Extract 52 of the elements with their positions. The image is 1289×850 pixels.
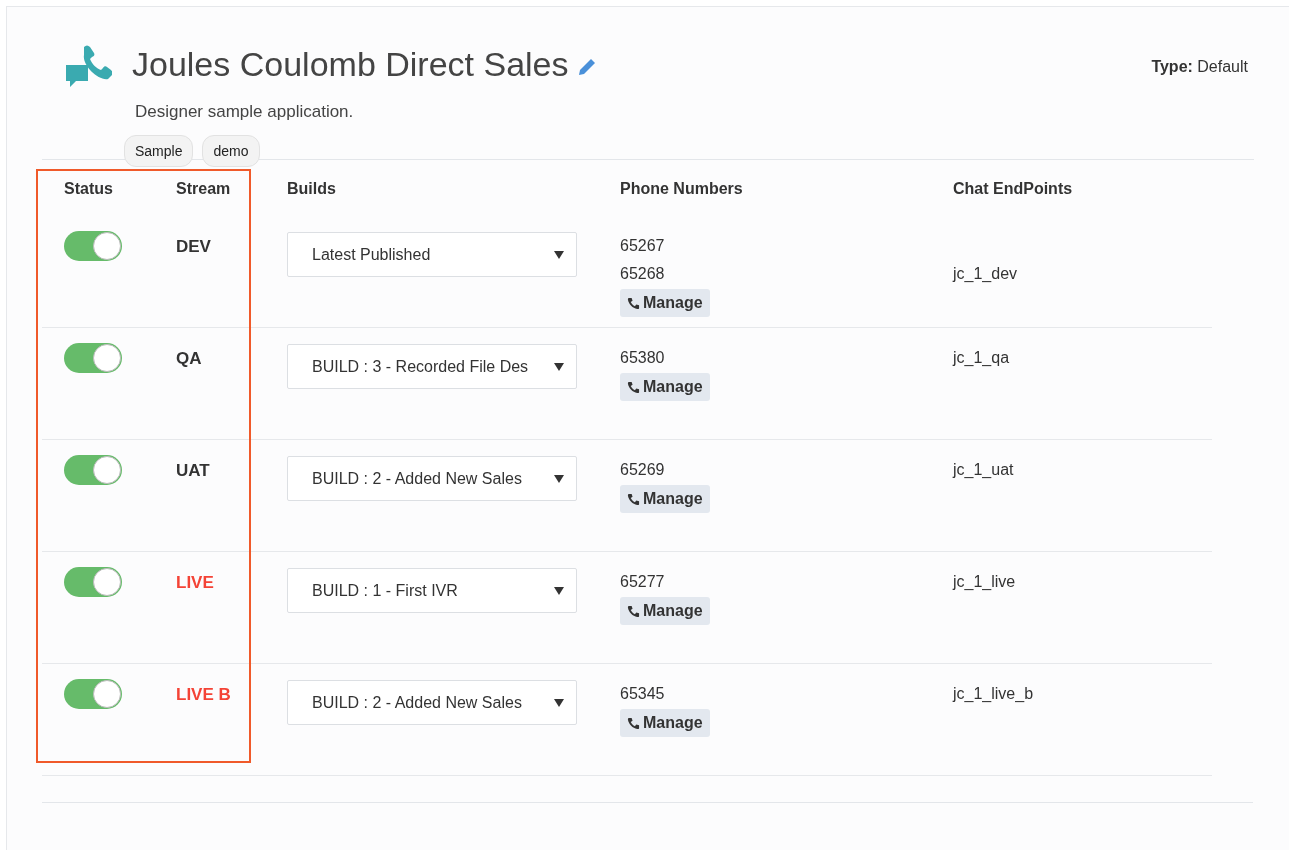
tag[interactable]: Sample	[124, 135, 194, 167]
status-toggle[interactable]	[64, 343, 122, 373]
column-header: Stream	[176, 180, 232, 198]
dropdown-caret-icon	[554, 250, 564, 259]
stream-name: LIVE	[176, 573, 214, 592]
phone-icon	[627, 380, 640, 394]
phone-number: 65380	[620, 348, 665, 368]
build-select[interactable]: BUILD : 3 - Recorded File Des	[287, 344, 577, 389]
chat-endpoint: jc_1_live	[953, 573, 1016, 590]
manage-button[interactable]: Manage	[620, 597, 710, 625]
stream-name: LIVE B	[176, 685, 231, 704]
column-header: Status	[64, 180, 114, 198]
column-header: Phone Numbers	[620, 180, 744, 198]
phone-icon	[627, 716, 640, 730]
dropdown-caret-icon	[554, 586, 564, 595]
chat-endpoint: jc_1_dev	[953, 265, 1018, 282]
chat-endpoint: jc_1_uat	[953, 461, 1014, 478]
column-header: Chat EndPoints	[953, 180, 1074, 198]
manage-button[interactable]: Manage	[620, 289, 710, 317]
build-select[interactable]: BUILD : 1 - First IVR	[287, 568, 577, 613]
stream-name: DEV	[176, 237, 211, 256]
column-header: Builds	[287, 180, 337, 198]
dropdown-caret-icon	[554, 474, 564, 483]
phone-icon	[627, 296, 640, 310]
phone-number: 65267	[620, 236, 665, 256]
app-description: Designer sample application.	[135, 102, 355, 122]
build-select[interactable]: Latest Published	[287, 232, 577, 277]
stream-name: QA	[176, 349, 202, 368]
dropdown-caret-icon	[554, 362, 564, 371]
edit-icon[interactable]	[576, 57, 597, 77]
phone-number: 65269	[620, 460, 665, 480]
manage-button[interactable]: Manage	[620, 709, 710, 737]
phone-number: 65277	[620, 572, 665, 592]
build-select[interactable]: BUILD : 2 - Added New Sales	[287, 456, 577, 501]
dropdown-caret-icon	[554, 698, 564, 707]
status-toggle[interactable]	[64, 567, 122, 597]
phone-number: 65268	[620, 264, 665, 284]
phone-icon	[627, 604, 640, 618]
app-title: Joules Coulomb Direct Sales	[132, 44, 569, 85]
stream-name: UAT	[176, 461, 210, 480]
status-toggle[interactable]	[64, 455, 122, 485]
chat-endpoint: jc_1_live_b	[953, 685, 1034, 702]
manage-button[interactable]: Manage	[620, 373, 710, 401]
build-select[interactable]: BUILD : 2 - Added New Sales	[287, 680, 577, 725]
tag[interactable]: demo	[202, 135, 260, 167]
phone-icon	[627, 492, 640, 506]
status-toggle[interactable]	[64, 679, 122, 709]
type-label: Type: Default	[1151, 58, 1248, 77]
manage-button[interactable]: Manage	[620, 485, 710, 513]
status-toggle[interactable]	[64, 231, 122, 261]
phone-number: 65345	[620, 684, 665, 704]
chat-endpoint: jc_1_qa	[953, 349, 1010, 366]
